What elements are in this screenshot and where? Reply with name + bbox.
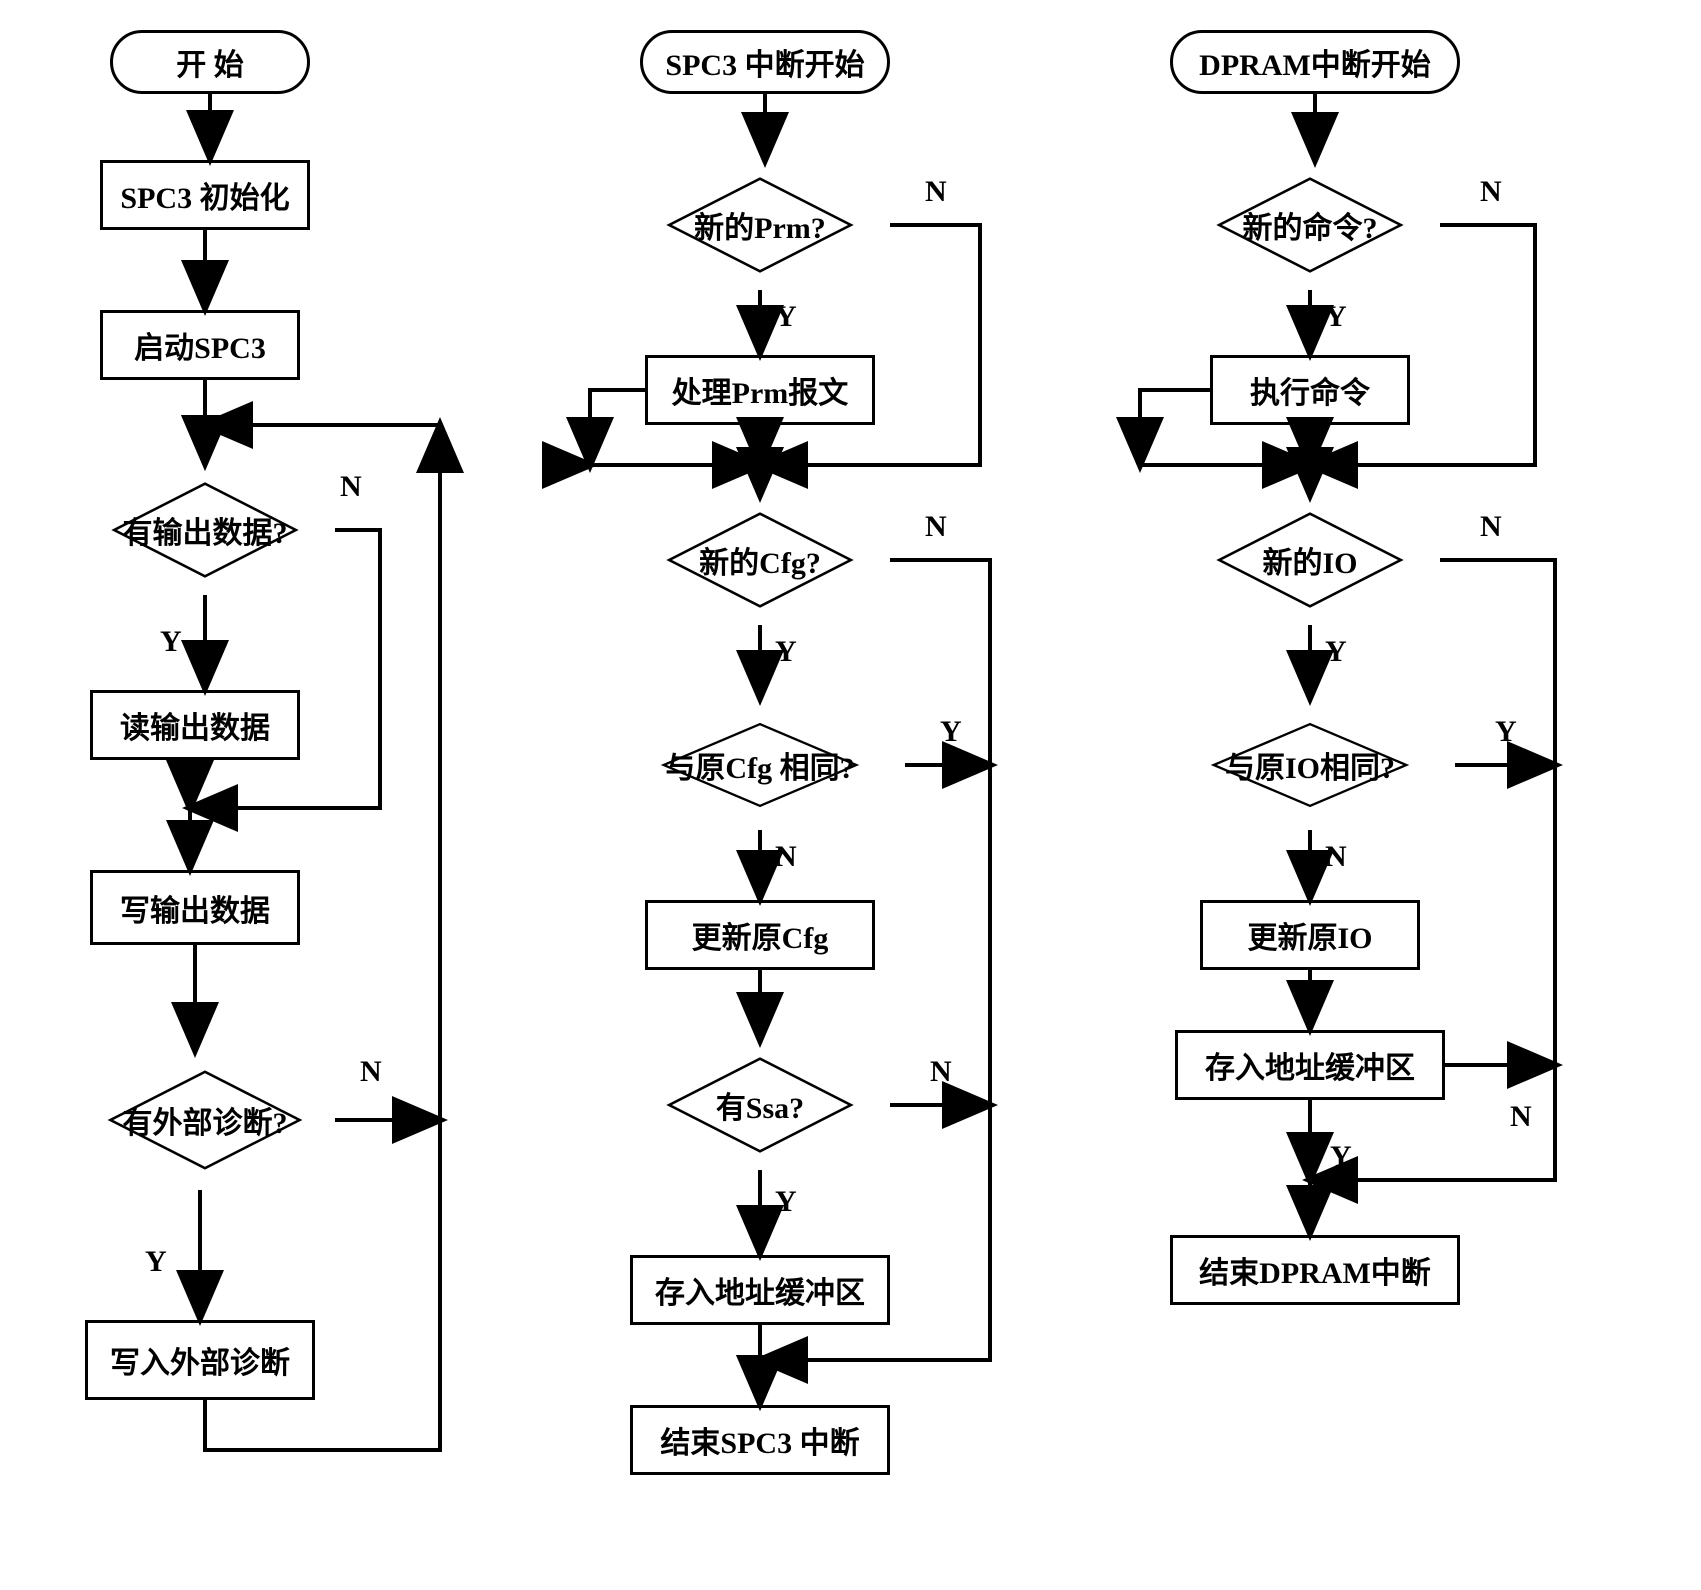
box-read-output: 读输出数据 [90, 690, 300, 760]
dpram-int-start-label: DPRAM中断开始 [1199, 40, 1431, 84]
box-end-dpram-int: 结束DPRAM中断 [1170, 1235, 1460, 1305]
end-dpram-int-label: 结束DPRAM中断 [1199, 1248, 1431, 1292]
label-y-cfg-same: Y [940, 715, 962, 749]
decision-has-ssa: 有Ssa? [630, 1040, 890, 1170]
store-addr-spc3-label: 存入地址缓冲区 [655, 1268, 865, 1312]
label-n-io: N [1480, 510, 1502, 544]
label-n-output: N [340, 470, 362, 504]
label-y-cfg: Y [775, 635, 797, 669]
spc3-int-start-label: SPC3 中断开始 [665, 40, 864, 84]
update-cfg-label: 更新原Cfg [692, 913, 829, 957]
decision-io-same: 与原IO相同? [1165, 700, 1455, 830]
decision-new-cmd: 新的命令? [1180, 160, 1440, 290]
label-n-store: N [1510, 1100, 1532, 1134]
start-terminator-spc3-int: SPC3 中断开始 [640, 30, 890, 94]
label-n-io-same: N [1325, 840, 1347, 874]
start-label: 开 始 [176, 40, 244, 84]
label-n-cfg-same: N [775, 840, 797, 874]
read-output-label: 读输出数据 [120, 703, 270, 747]
start-terminator-dpram-int: DPRAM中断开始 [1170, 30, 1460, 94]
box-proc-prm: 处理Prm报文 [645, 355, 875, 425]
box-end-spc3-int: 结束SPC3 中断 [630, 1405, 890, 1475]
label-y-cmd: Y [1325, 300, 1347, 334]
end-spc3-int-label: 结束SPC3 中断 [660, 1418, 859, 1462]
box-write-diag: 写入外部诊断 [85, 1320, 315, 1400]
decision-has-output: 有输出数据? [75, 465, 335, 595]
box-update-cfg: 更新原Cfg [645, 900, 875, 970]
label-y-store: Y [1330, 1140, 1352, 1174]
start-terminator-main: 开 始 [110, 30, 310, 94]
spc3-init-label: SPC3 初始化 [120, 173, 289, 217]
label-y-ssa: Y [775, 1185, 797, 1219]
write-diag-label: 写入外部诊断 [110, 1338, 290, 1382]
label-n-cmd: N [1480, 175, 1502, 209]
box-start-spc3: 启动SPC3 [100, 310, 300, 380]
label-n-cfg: N [925, 510, 947, 544]
box-update-io: 更新原IO [1200, 900, 1420, 970]
update-io-label: 更新原IO [1247, 913, 1372, 957]
label-n-diag: N [360, 1055, 382, 1089]
exec-cmd-label: 执行命令 [1250, 368, 1370, 412]
label-n-ssa: N [930, 1055, 952, 1089]
write-output-label: 写输出数据 [120, 886, 270, 930]
decision-new-prm: 新的Prm? [630, 160, 890, 290]
store-addr-dpram-label: 存入地址缓冲区 [1205, 1043, 1415, 1087]
label-y-prm: Y [775, 300, 797, 334]
box-exec-cmd: 执行命令 [1210, 355, 1410, 425]
label-y-io-same: Y [1495, 715, 1517, 749]
decision-new-io: 新的IO [1180, 495, 1440, 625]
decision-has-diag: 有外部诊断? [75, 1050, 335, 1190]
box-store-addr-spc3: 存入地址缓冲区 [630, 1255, 890, 1325]
label-y-output: Y [160, 625, 182, 659]
box-write-output: 写输出数据 [90, 870, 300, 945]
label-n-prm: N [925, 175, 947, 209]
decision-cfg-same: 与原Cfg 相同? [615, 700, 905, 830]
label-y-diag: Y [145, 1245, 167, 1279]
decision-new-cfg: 新的Cfg? [630, 495, 890, 625]
proc-prm-label: 处理Prm报文 [672, 368, 849, 412]
box-spc3-init: SPC3 初始化 [100, 160, 310, 230]
start-spc3-label: 启动SPC3 [134, 323, 266, 367]
box-store-addr-dpram: 存入地址缓冲区 [1175, 1030, 1445, 1100]
label-y-io: Y [1325, 635, 1347, 669]
